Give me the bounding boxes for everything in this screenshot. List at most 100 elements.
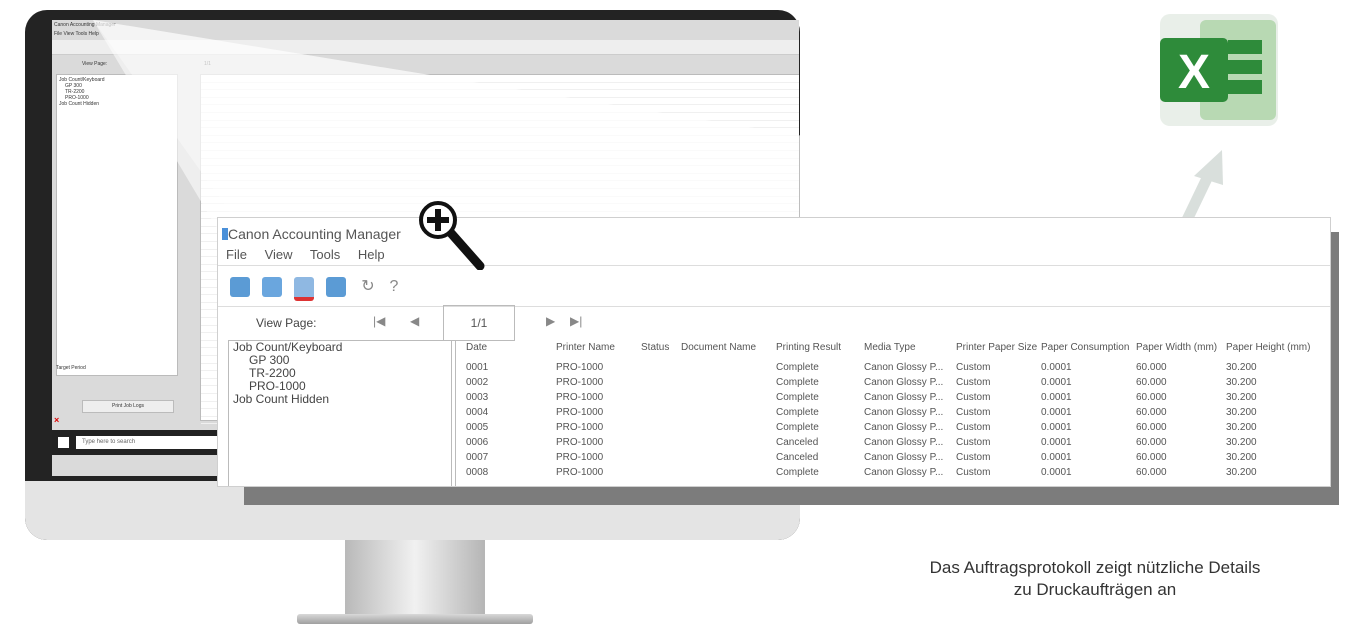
table-cell: Complete <box>776 392 819 403</box>
table-cell: 0.0001 <box>1041 362 1072 373</box>
reload-icon[interactable]: ↻ <box>358 277 378 297</box>
table-cell: Custom <box>956 422 991 433</box>
small-print-button[interactable]: Print Job Logs <box>82 400 174 413</box>
table-cell: Complete <box>776 467 819 478</box>
table-cell: 0004 <box>466 407 489 418</box>
table-cell: 30.200 <box>1226 392 1257 403</box>
table-cell: Canon Glossy P... <box>864 467 944 478</box>
table-cell: PRO-1000 <box>556 377 604 388</box>
table-cell: 0.0001 <box>1041 422 1072 433</box>
menu-help[interactable]: Help <box>358 247 385 262</box>
prev-page-icon[interactable]: ◀ <box>410 314 419 328</box>
column-header[interactable]: Paper Width (mm) <box>1136 342 1217 356</box>
column-header[interactable]: Document Name <box>681 342 756 356</box>
last-page-icon[interactable]: ▶| <box>570 314 582 328</box>
small-table-row <box>201 98 799 106</box>
menu-divider <box>218 265 1330 266</box>
small-table-row <box>201 181 799 189</box>
table-cell: Canceled <box>776 452 819 463</box>
table-cell: Canon Glossy P... <box>864 407 944 418</box>
delete-icon[interactable] <box>294 277 314 301</box>
table-cell: 0.0001 <box>1041 437 1072 448</box>
excel-icon: X <box>1160 14 1278 126</box>
small-close-icon[interactable]: × <box>54 415 59 425</box>
table-cell: Complete <box>776 377 819 388</box>
monitor-stand <box>345 540 485 620</box>
table-cell: 60.000 <box>1136 377 1167 388</box>
refresh-icon[interactable] <box>230 277 250 297</box>
small-table-row <box>201 83 799 91</box>
magnifier-plus-icon <box>419 201 485 270</box>
next-page-icon[interactable]: ▶ <box>546 314 555 328</box>
table-cell: Canon Glossy P... <box>864 452 944 463</box>
table-cell: Canon Glossy P... <box>864 377 944 388</box>
table-cell: Custom <box>956 377 991 388</box>
menu-tools[interactable]: Tools <box>310 247 340 262</box>
svg-text:X: X <box>1178 46 1210 99</box>
table-cell: 0008 <box>466 467 489 478</box>
column-header[interactable]: Status <box>641 342 669 356</box>
small-table-row <box>201 174 799 182</box>
column-header[interactable]: Printing Result <box>776 342 841 356</box>
small-app-menu: File View Tools Help <box>54 31 99 37</box>
table-cell: 0002 <box>466 377 489 388</box>
view-page-label: View Page: <box>256 316 317 330</box>
table-cell: Complete <box>776 407 819 418</box>
table-cell: Complete <box>776 362 819 373</box>
small-table-row <box>201 189 799 197</box>
menu-view[interactable]: View <box>265 247 293 262</box>
job-tree: Job Count/Keyboard GP 300 TR-2200 PRO-10… <box>228 340 452 486</box>
taskbar-search[interactable]: Type here to search <box>76 436 222 449</box>
menu-file[interactable]: File <box>226 247 247 262</box>
table-cell: 0003 <box>466 392 489 403</box>
table-cell: 0007 <box>466 452 489 463</box>
first-page-icon[interactable]: |◀ <box>373 314 385 328</box>
table-cell: 30.200 <box>1226 362 1257 373</box>
table-cell: Custom <box>956 437 991 448</box>
column-header[interactable]: Printer Paper Size <box>956 342 1037 356</box>
small-table-row <box>201 143 799 151</box>
small-target-period: Target Period <box>56 365 86 371</box>
small-table-row <box>201 90 799 98</box>
table-cell: Canon Glossy P... <box>864 362 944 373</box>
table-cell: PRO-1000 <box>556 362 604 373</box>
table-cell: 30.200 <box>1226 437 1257 448</box>
column-header[interactable]: Media Type <box>864 342 916 356</box>
table-cell: Canon Glossy P... <box>864 437 944 448</box>
copy-icon[interactable] <box>262 277 282 297</box>
table-cell: 0005 <box>466 422 489 433</box>
small-app-title: Canon Accounting Manager <box>54 22 116 28</box>
table-cell: 0.0001 <box>1041 467 1072 478</box>
table-cell: 0006 <box>466 437 489 448</box>
zoomed-app-window: Canon Accounting Manager File View Tools… <box>218 218 1330 486</box>
table-cell: 60.000 <box>1136 392 1167 403</box>
table-cell: 60.000 <box>1136 437 1167 448</box>
column-header[interactable]: Printer Name <box>556 342 615 356</box>
export-icon[interactable] <box>326 277 346 297</box>
table-cell: 30.200 <box>1226 467 1257 478</box>
column-header[interactable]: Paper Consumption <box>1041 342 1129 356</box>
table-cell: 60.000 <box>1136 452 1167 463</box>
toolbar-divider <box>218 306 1330 307</box>
help-icon[interactable]: ? <box>384 277 404 297</box>
caption-line-1: Das Auftragsprotokoll zeigt nützliche De… <box>929 558 1261 577</box>
small-table-row <box>201 151 799 159</box>
table-cell: Custom <box>956 407 991 418</box>
small-table-row <box>201 113 799 121</box>
table-cell: 30.200 <box>1226 377 1257 388</box>
table-cell: 60.000 <box>1136 422 1167 433</box>
table-cell: 30.200 <box>1226 452 1257 463</box>
column-header[interactable]: Paper Height (mm) <box>1226 342 1310 356</box>
table-cell: 0.0001 <box>1041 452 1072 463</box>
column-header[interactable]: Date <box>466 342 487 356</box>
small-table-row <box>201 197 799 205</box>
tree-item-hidden[interactable]: Job Count Hidden <box>229 393 451 406</box>
caption: Das Auftragsprotokoll zeigt nützliche De… <box>860 557 1330 601</box>
table-cell: PRO-1000 <box>556 452 604 463</box>
table-cell: Complete <box>776 422 819 433</box>
table-cell: PRO-1000 <box>556 392 604 403</box>
table-cell: Custom <box>956 467 991 478</box>
small-tree: Job Count/Keyboard GP 300 TR-2200 PRO-1000 J… <box>56 74 178 376</box>
windows-start-icon[interactable] <box>58 437 69 448</box>
small-tree-item[interactable]: Job Count Hidden <box>59 101 175 107</box>
